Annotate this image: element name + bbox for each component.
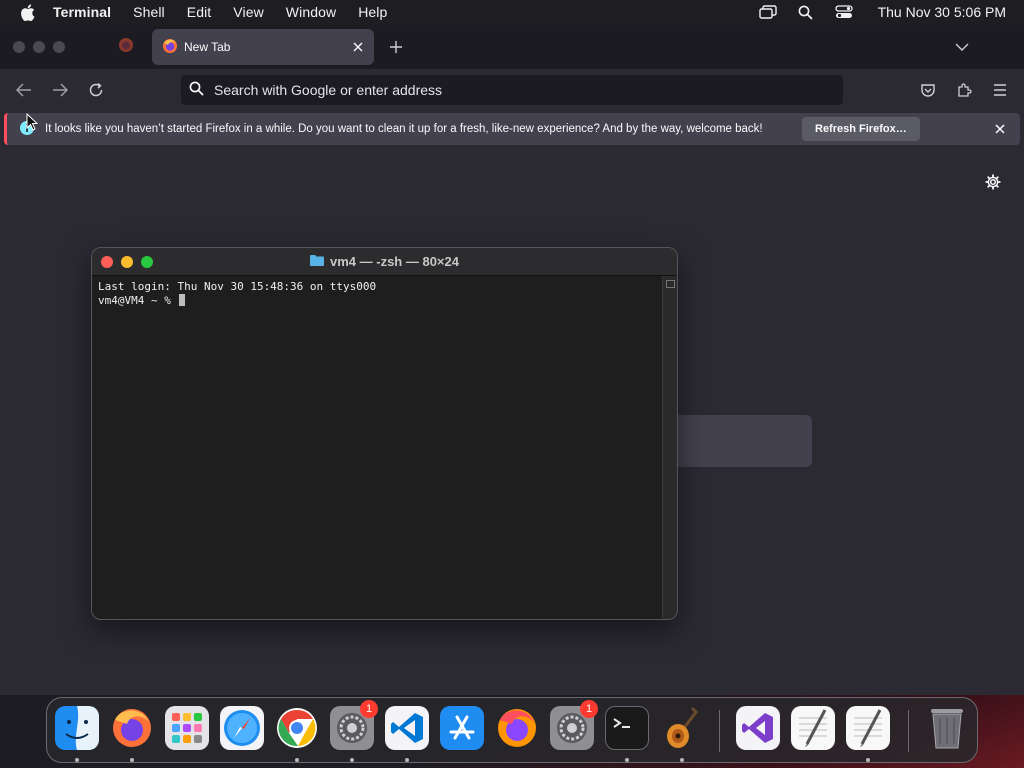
running-indicator xyxy=(295,758,299,762)
app-store-icon xyxy=(440,706,484,750)
terminal-output[interactable]: Last login: Thu Nov 30 15:48:36 on ttys0… xyxy=(92,276,662,619)
running-indicator xyxy=(625,758,629,762)
firefox-icon xyxy=(110,706,154,750)
menu-view[interactable]: View xyxy=(233,4,264,20)
back-arrow-icon[interactable] xyxy=(13,79,35,101)
firefox-minimize-button[interactable] xyxy=(33,41,45,53)
dock-item-trash[interactable] xyxy=(925,706,969,750)
control-center-icon[interactable] xyxy=(834,4,854,20)
dock-item-system-settings-2[interactable]: 1 xyxy=(550,700,598,750)
terminal-close-button[interactable] xyxy=(101,256,113,268)
dock-item-garageband[interactable] xyxy=(660,706,704,762)
notification-message: It looks like you haven’t started Firefo… xyxy=(45,123,763,135)
trash-icon xyxy=(925,706,969,750)
notification-badge: 1 xyxy=(580,700,598,718)
firefox-icon xyxy=(118,37,134,58)
terminal-scrollbar[interactable] xyxy=(662,276,677,619)
textedit-icon xyxy=(791,706,835,750)
dock-item-firefox-2[interactable] xyxy=(495,706,539,750)
terminal-icon xyxy=(605,706,649,750)
new-tab-plus-icon[interactable] xyxy=(386,37,406,57)
firefox-icon xyxy=(162,38,178,57)
tab-strip: New Tab xyxy=(0,25,1024,69)
menu-bar: Terminal Shell Edit View Window Help Thu… xyxy=(0,0,1024,24)
refresh-firefox-button[interactable]: Refresh Firefox… xyxy=(802,117,920,141)
apple-menu-icon[interactable] xyxy=(18,3,36,21)
notification-badge: 1 xyxy=(360,700,378,718)
running-indicator xyxy=(405,758,409,762)
textedit-icon xyxy=(846,706,890,750)
dock-item-app-store[interactable] xyxy=(440,706,484,750)
terminal-prompt: vm4@VM4 ~ % xyxy=(98,294,178,307)
dock-item-terminal[interactable] xyxy=(605,706,649,762)
dock-item-chrome[interactable] xyxy=(275,706,319,762)
dock-item-safari[interactable] xyxy=(220,706,264,750)
address-bar[interactable] xyxy=(181,75,843,105)
running-indicator xyxy=(130,758,134,762)
reload-icon[interactable] xyxy=(85,79,107,101)
screen-mirroring-icon[interactable] xyxy=(758,4,778,20)
nav-bar xyxy=(0,69,1024,111)
terminal-titlebar[interactable]: vm4 — -zsh — 80×24 xyxy=(92,248,677,276)
dock-item-textedit-2[interactable] xyxy=(846,706,890,762)
chevron-down-icon[interactable] xyxy=(952,37,972,57)
dock-item-finder[interactable] xyxy=(55,706,99,762)
terminal-minimize-button[interactable] xyxy=(121,256,133,268)
dock-item-visual-studio[interactable] xyxy=(736,706,780,750)
terminal-window: vm4 — -zsh — 80×24 Last login: Thu Nov 3… xyxy=(91,247,678,620)
close-icon[interactable] xyxy=(992,121,1008,137)
extensions-puzzle-icon[interactable] xyxy=(953,79,975,101)
terminal-prompt-line: vm4@VM4 ~ % xyxy=(98,294,656,308)
dock-item-textedit[interactable] xyxy=(791,706,835,750)
finder-icon xyxy=(55,706,99,750)
menu-edit[interactable]: Edit xyxy=(187,4,212,20)
vscode-icon xyxy=(385,706,429,750)
running-indicator xyxy=(680,758,684,762)
tab-new-tab[interactable]: New Tab xyxy=(152,29,374,65)
refresh-firefox-notification: It looks like you haven’t started Firefo… xyxy=(4,113,1020,145)
pinned-tab[interactable] xyxy=(108,31,144,63)
spotlight-search-icon[interactable] xyxy=(796,4,816,20)
dock-separator xyxy=(719,710,720,752)
terminal-title: vm4 — -zsh — 80×24 xyxy=(310,254,459,269)
menu-shell[interactable]: Shell xyxy=(133,4,165,20)
close-icon[interactable] xyxy=(350,39,366,55)
launchpad-icon xyxy=(165,706,209,750)
terminal-title-text: vm4 — -zsh — 80×24 xyxy=(330,254,459,269)
dock-separator xyxy=(908,710,909,752)
dock-item-system-settings[interactable]: 1 xyxy=(330,700,378,762)
menu-help[interactable]: Help xyxy=(358,4,387,20)
running-indicator xyxy=(350,758,354,762)
firefox-close-button[interactable] xyxy=(13,41,25,53)
guitar-icon xyxy=(660,706,704,750)
dock-item-launchpad[interactable] xyxy=(165,706,209,750)
mouse-pointer-icon xyxy=(26,112,39,136)
pocket-icon[interactable] xyxy=(917,79,939,101)
dock-item-vscode[interactable] xyxy=(385,706,429,762)
firefox-icon xyxy=(495,706,539,750)
running-indicator xyxy=(866,758,870,762)
search-input[interactable] xyxy=(214,82,814,98)
menu-window[interactable]: Window xyxy=(286,4,336,20)
folder-icon xyxy=(310,254,324,269)
visual-studio-icon xyxy=(736,706,780,750)
dock: 1 1 xyxy=(46,697,978,763)
chrome-icon xyxy=(275,706,319,750)
terminal-line: Last login: Thu Nov 30 15:48:36 on ttys0… xyxy=(98,280,377,293)
forward-arrow-icon[interactable] xyxy=(49,79,71,101)
dock-item-firefox[interactable] xyxy=(110,706,154,762)
search-icon xyxy=(189,81,204,99)
text-cursor xyxy=(179,294,186,306)
tab-title: New Tab xyxy=(184,40,231,54)
scrollbar-grip[interactable] xyxy=(666,280,675,288)
firefox-zoom-button[interactable] xyxy=(53,41,65,53)
hamburger-menu-icon[interactable] xyxy=(989,79,1011,101)
running-indicator xyxy=(75,758,79,762)
terminal-zoom-button[interactable] xyxy=(141,256,153,268)
safari-icon xyxy=(220,706,264,750)
gear-icon[interactable] xyxy=(984,173,1002,191)
menu-app-name[interactable]: Terminal xyxy=(53,4,111,20)
menu-clock[interactable]: Thu Nov 30 5:06 PM xyxy=(878,4,1006,20)
